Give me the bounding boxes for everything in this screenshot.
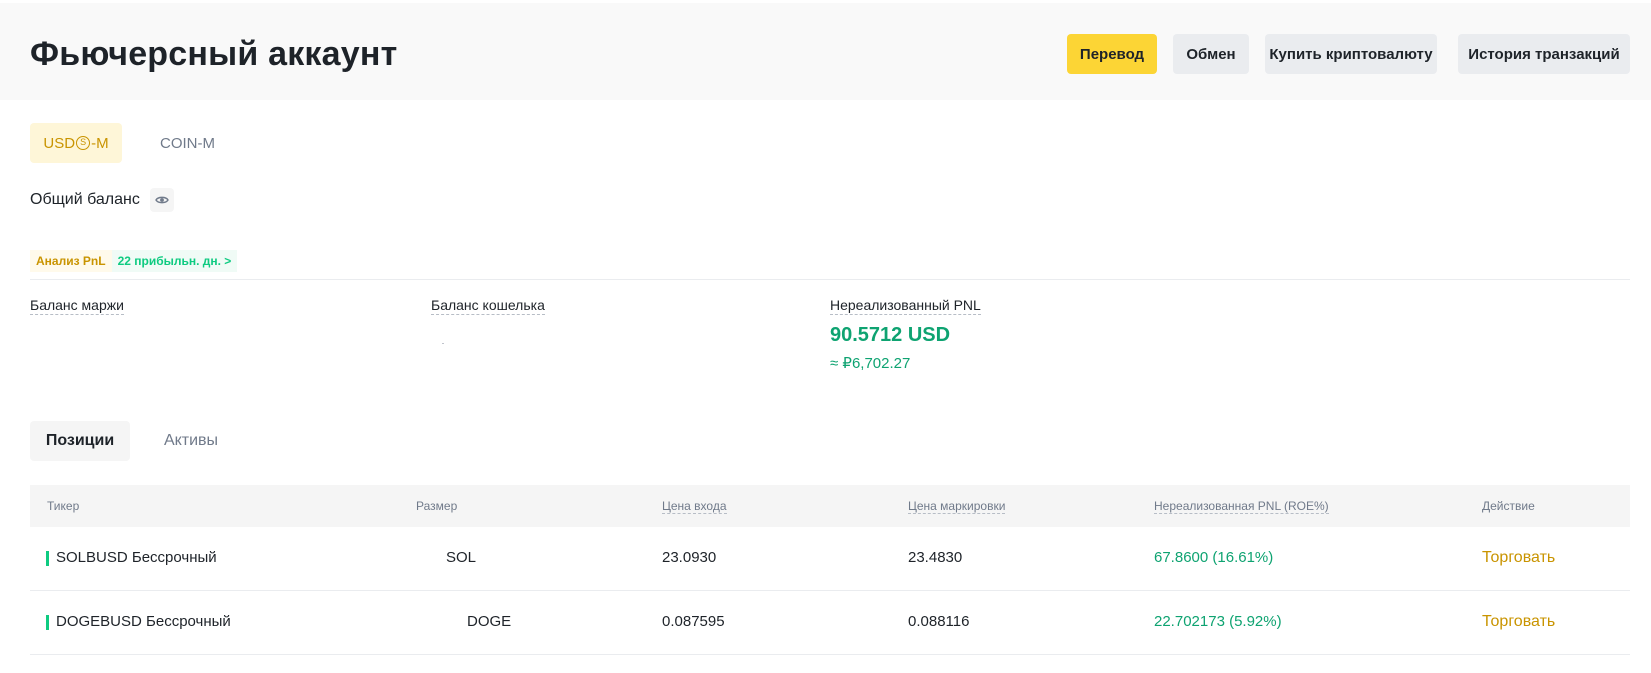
eye-icon [155, 196, 169, 204]
row-entry-price: 0.087595 [662, 613, 725, 630]
header-action: Действие [1482, 499, 1535, 513]
long-indicator [46, 615, 49, 630]
row-mark-price: 23.4830 [908, 549, 963, 566]
row-pnl: 67.8600 (16.61%) [1154, 549, 1274, 566]
table-header: Тикер Размер Цена входа Цена маркировки … [30, 485, 1630, 527]
divider [30, 279, 1630, 280]
header-entry-price: Цена входа [662, 499, 727, 514]
buy-crypto-button[interactable]: Купить криптовалюту [1265, 34, 1437, 74]
row-ticker: SOLBUSD Бессрочный [56, 549, 217, 566]
segment-coin-m[interactable]: COIN-M [145, 123, 230, 163]
pnl-analysis-label: Анализ PnL [30, 250, 112, 272]
trade-link[interactable]: Торговать [1482, 549, 1555, 567]
page-title: Фьючерсный аккаунт [30, 35, 398, 73]
transaction-history-button[interactable]: История транзакций [1458, 34, 1630, 74]
usds-coin-icon: S [76, 136, 91, 150]
margin-balance-label: Баланс маржи [30, 297, 124, 315]
exchange-button[interactable]: Обмен [1173, 34, 1249, 74]
total-balance-label: Общий баланс [30, 191, 140, 208]
long-indicator [46, 551, 49, 566]
unrealized-pnl-value: 90.5712 USD [830, 324, 951, 346]
row-ticker: DOGEBUSD Бессрочный [56, 613, 231, 630]
header-size: Размер [416, 499, 458, 513]
header-mark-price: Цена маркировки [908, 499, 1006, 514]
row-size: SOL [446, 549, 477, 566]
table-row: DOGEBUSD Бессрочный DOGE 0.087595 0.0881… [30, 591, 1630, 655]
toggle-balance-visibility-button[interactable] [150, 188, 174, 212]
profitable-days-badge: 22 прибыльн. дн. > [111, 250, 238, 272]
header-unrealized-pnl: Нереализованная PNL (ROE%) [1154, 499, 1329, 514]
row-pnl: 22.702173 (5.92%) [1154, 613, 1282, 630]
wallet-balance-placeholder [442, 343, 444, 344]
unrealized-pnl-approx: ≈ ₽6,702.27 [830, 355, 911, 372]
row-entry-price: 23.0930 [662, 549, 717, 566]
transfer-button[interactable]: Перевод [1067, 34, 1157, 74]
row-mark-price: 0.088116 [908, 613, 970, 630]
pnl-analysis-link[interactable]: Анализ PnL 22 прибыльн. дн. > [30, 250, 238, 272]
page-header: Фьючерсный аккаунт Перевод Обмен Купить … [0, 0, 1651, 100]
row-size: DOGE [467, 613, 512, 630]
tab-positions[interactable]: Позиции [30, 421, 130, 461]
table-row: SOLBUSD Бессрочный SOL 23.0930 23.4830 6… [30, 527, 1630, 591]
trade-link[interactable]: Торговать [1482, 613, 1555, 631]
wallet-balance-label: Баланс кошелька [431, 297, 545, 315]
tab-assets[interactable]: Активы [145, 421, 237, 461]
unrealized-pnl-label: Нереализованный PNL [830, 297, 981, 315]
segment-usds-suffix: -M [91, 134, 109, 152]
segment-usds-m[interactable]: USD S -M [30, 123, 122, 163]
header-ticker: Тикер [47, 499, 80, 513]
segment-usds-prefix: USD [43, 134, 76, 152]
